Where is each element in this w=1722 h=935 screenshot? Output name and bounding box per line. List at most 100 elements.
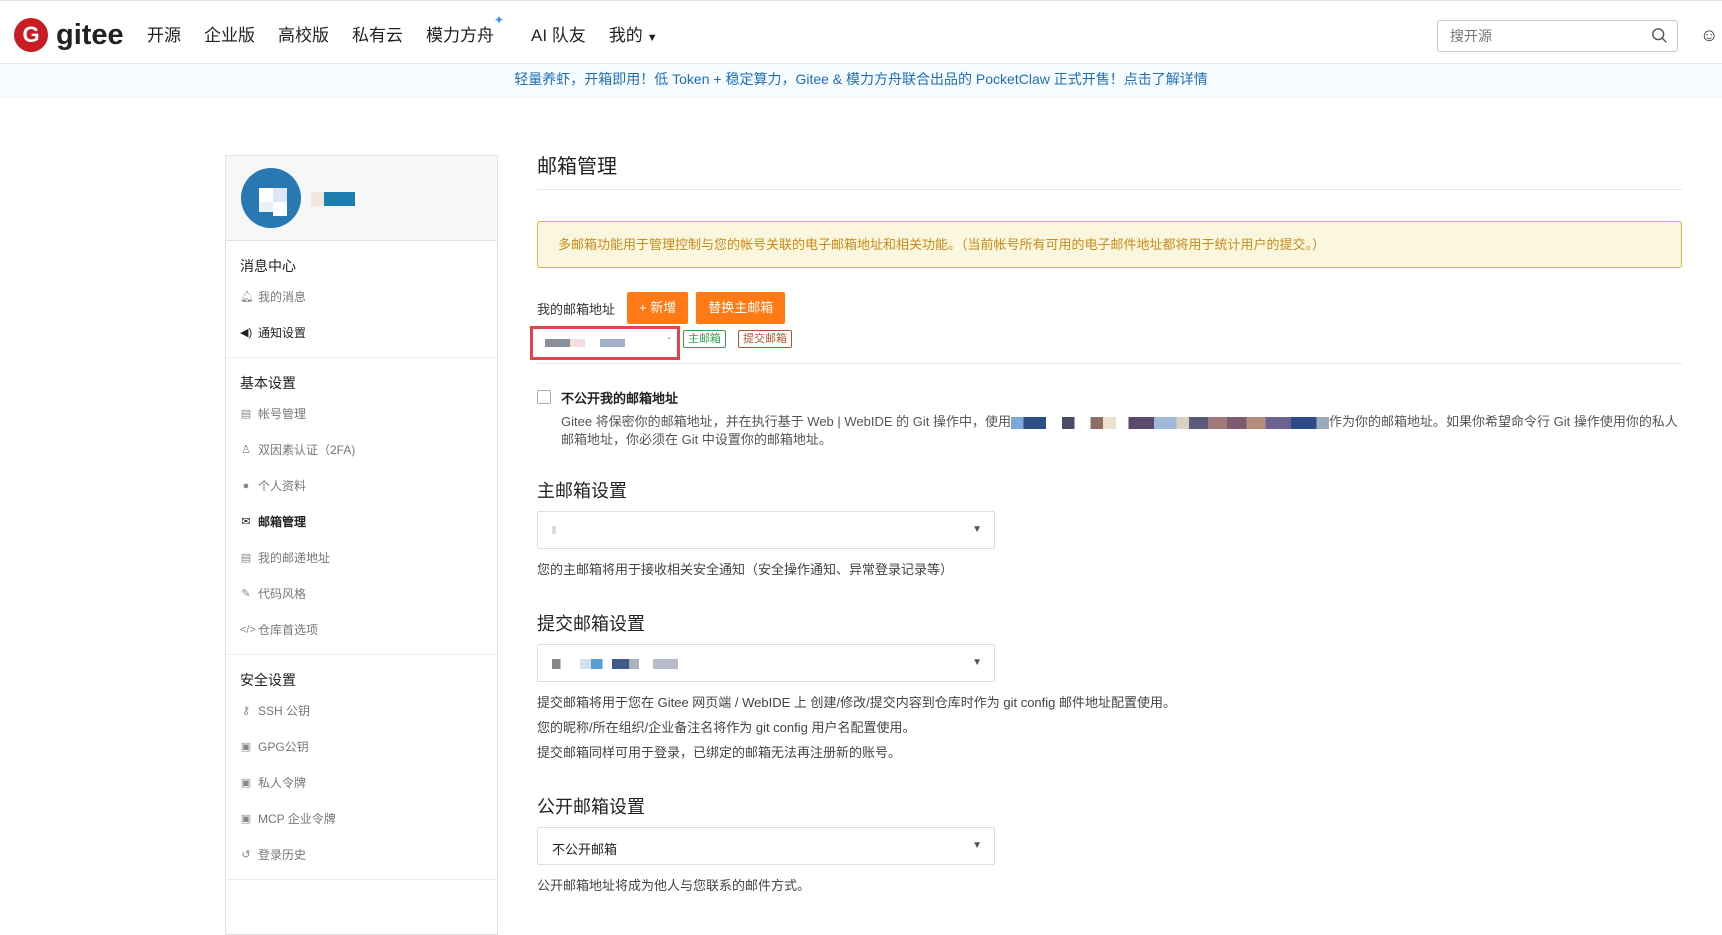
speaker-icon: ◀) [240,327,253,339]
gitee-logo[interactable]: G gitee [14,18,124,52]
id-card-icon: ▤ [240,408,252,420]
search-input[interactable] [1438,21,1638,51]
nav-education[interactable]: 高校版 [278,21,329,46]
commit-help-line: 您的昵称/所在组织/企业备注名将作为 git config 用户名配置使用。 [537,720,916,735]
sidebar-item-label: 邮箱管理 [258,515,307,529]
my-emails-row: 我的邮箱地址 + 新增 替换主邮箱 [537,292,1682,324]
sparkle-icon: ✦ [493,12,504,27]
hide-desc-part1: Gitee 将保密你的邮箱地址，并在执行基于 Web | WebIDE 的 Gi… [561,414,1012,429]
commit-help-line: 提交邮箱将用于您在 Gitee 网页端 / WebIDE 上 创建/修改/提交内… [537,695,1176,710]
nav-moark[interactable]: 模力方舟 ✦ [426,13,504,46]
sidebar-item-account[interactable]: ▤ 帐号管理 [226,396,497,432]
primary-email-help: 您的主邮箱将用于接收相关安全通知（安全操作通知、异常登录记录等） [537,562,954,577]
caret-down-icon: ▼ [646,31,658,44]
email-address-item[interactable]: ˇ [530,326,680,360]
sidebar-item-profile[interactable]: ● 个人资料 [226,468,497,504]
commit-email-badge: 提交邮箱 [738,330,792,348]
hide-email-option: 不公开我的邮箱地址 Gitee 将保密你的邮箱地址，并在执行基于 Web | W… [537,388,1682,449]
sidebar-group-security: 安全设置 ⚷ SSH 公钥 ▣ GPG公钥 ▣ 私人令牌 ▣ MCP 企业令牌 ↺ 登录历… [226,655,497,880]
top-navbar: G gitee 开源 企业版 高校版 私有云 模力方舟✦ AI 队友 我的▼ ☺ [0,0,1722,64]
email-address-list: ˇ 主邮箱 提交邮箱 [530,324,1682,364]
public-email-select[interactable]: 不公开邮箱 ▼ [537,827,995,865]
address-card-icon: ▤ [240,552,252,564]
nav-mine-label: 我的 [608,25,643,45]
gitee-logo-icon: G [14,18,48,52]
lock-icon: ▣ [240,741,252,753]
redacted-noreply-email [1011,416,1330,429]
sidebar-item-label: 个人资料 [258,479,307,493]
user-icon: ● [242,480,250,492]
page-title: 邮箱管理 [537,150,1682,190]
primary-email-badge: 主邮箱 [683,330,726,348]
public-email-help: 公开邮箱地址将成为他人与您联系的邮件方式。 [537,878,811,893]
nav-enterprise[interactable]: 企业版 [204,21,255,46]
main-nav: 开源 企业版 高校版 私有云 模力方舟 ✦ AI 队友 我的 ▼ [147,1,681,65]
sidebar-item-label: GPG公钥 [258,740,309,754]
commit-email-title: 提交邮箱设置 [537,614,645,634]
sidebar-item-my-messages[interactable]: 🔔︎ 我的消息 [226,279,497,315]
sidebar-item-repo-prefs[interactable]: </> 仓库首选项 [226,612,497,648]
sidebar-item-notification-settings[interactable]: ◀) 通知设置 [226,315,497,351]
my-emails-label: 我的邮箱地址 [537,301,616,317]
sidebar-item-tokens[interactable]: ▣ 私人令牌 [226,765,497,801]
sidebar-item-label: 代码风格 [258,587,307,601]
replace-primary-button[interactable]: 替换主邮箱 [696,292,786,324]
settings-sidebar: 消息中心 🔔︎ 我的消息 ◀) 通知设置 基本设置 ▤ 帐号管理 ♙ 双因素认证（2FA… [225,155,498,935]
nav-open-source[interactable]: 开源 [147,21,181,46]
code-icon: </> [240,624,256,636]
sidebar-group-messages: 消息中心 🔔︎ 我的消息 ◀) 通知设置 [226,241,497,358]
profile-card [226,156,497,241]
sidebar-item-label: 登录历史 [258,848,307,862]
hide-email-checkbox[interactable] [537,390,551,404]
search-icon[interactable] [1651,27,1669,45]
sidebar-item-mcp-tokens[interactable]: ▣ MCP 企业令牌 [226,801,497,837]
user-menu-icon[interactable]: ☺ [1700,25,1718,46]
nav-moark-label: 模力方舟 [426,25,494,45]
commit-help-line: 提交邮箱同样可用于登录，已绑定的邮箱无法再注册新的账号。 [537,745,902,760]
key-icon: ⚷ [241,705,251,717]
sidebar-item-code-style[interactable]: ✎ 代码风格 [226,576,497,612]
brush-icon: ✎ [241,588,251,600]
sidebar-item-login-history[interactable]: ↺ 登录历史 [226,837,497,873]
sidebar-item-label: 仓库首选项 [258,623,319,637]
sidebar-item-label: 双因素认证（2FA) [258,443,356,457]
sidebar-group-title: 消息中心 [240,258,296,274]
nav-mine[interactable]: 我的 ▼ [609,21,658,46]
sidebar-item-label: 通知设置 [258,326,307,340]
hide-email-title: 不公开我的邮箱地址 [561,391,679,406]
sidebar-group-title: 安全设置 [240,672,296,688]
sidebar-item-postal-address[interactable]: ▤ 我的邮递地址 [226,540,497,576]
sidebar-item-gpg[interactable]: ▣ GPG公钥 [226,729,497,765]
envelope-icon: ✉ [241,516,251,528]
sidebar-item-label: 我的邮递地址 [258,551,331,565]
nav-private-cloud[interactable]: 私有云 [352,21,403,46]
sidebar-item-label: 我的消息 [258,290,307,304]
sidebar-item-2fa[interactable]: ♙ 双因素认证（2FA) [226,432,497,468]
sidebar-item-label: SSH 公钥 [258,704,311,718]
primary-email-select[interactable]: ▼ [537,511,995,549]
redacted-email [545,339,645,347]
history-icon: ↺ [241,849,251,861]
sidebar-group-basic: 基本设置 ▤ 帐号管理 ♙ 双因素认证（2FA) ● 个人资料 ✉ 邮箱管理 ▤ 我的邮递… [226,358,497,655]
redacted-email [552,526,682,534]
add-email-button[interactable]: + 新增 [627,292,689,324]
primary-email-title: 主邮箱设置 [537,481,627,501]
sidebar-item-ssh[interactable]: ⚷ SSH 公钥 [226,693,497,729]
sidebar-item-email[interactable]: ✉ 邮箱管理 [226,504,497,540]
avatar[interactable] [241,168,301,228]
bell-icon: 🔔︎ [240,291,254,303]
lock-icon: ▣ [240,813,252,825]
caret-down-icon: ▼ [972,840,982,851]
nav-ai-teammate[interactable]: AI 队友 [531,21,586,46]
sidebar-item-label: 帐号管理 [258,407,307,421]
redacted-email [552,659,692,669]
public-email-title: 公开邮箱设置 [537,797,645,817]
promo-banner[interactable]: 轻量养虾，开箱即用！低 Token + 稳定算力，Gitee & 模力方舟联合出… [0,64,1722,98]
user-key-icon: ♙ [241,444,251,456]
chevron-down-icon[interactable]: ˇ [668,337,671,348]
email-management-panel: 邮箱管理 多邮箱功能用于管理控制与您的帐号关联的电子邮箱地址和相关功能。（当前帐… [530,150,1682,898]
commit-email-select[interactable]: ▼ [537,644,995,682]
profile-name-redacted[interactable] [311,192,355,206]
caret-down-icon: ▼ [972,657,982,668]
hide-email-description: Gitee 将保密你的邮箱地址，并在执行基于 Web | WebIDE 的 Gi… [561,413,1681,449]
